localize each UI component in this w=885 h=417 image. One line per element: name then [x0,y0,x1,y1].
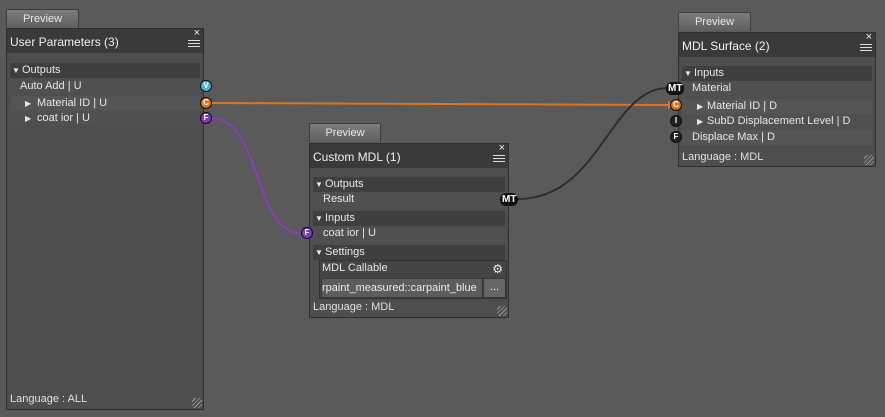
port-c-icon[interactable]: C [670,99,682,111]
port-mt-icon[interactable]: MT [500,193,519,206]
port-c-icon[interactable]: C [200,97,212,109]
node-title: MDL Surface (2) [682,39,770,53]
collapse-triangle-icon: ▼ [315,180,323,189]
collapse-triangle-icon: ▼ [315,214,323,223]
browse-button[interactable]: ... [483,278,506,298]
expand-triangle-icon: ▶ [697,117,704,126]
section-inputs[interactable]: ▼ Inputs [313,211,505,226]
output-coat-ior[interactable]: ▶ coat ior | U [10,111,200,126]
port-v-icon[interactable]: V [200,80,212,92]
user-parameters-node[interactable]: User Parameters (3) × ▼ Outputs Auto Add … [6,27,204,410]
preview-tab-user-params[interactable]: Preview [6,9,79,28]
expand-triangle-icon: ▶ [25,114,32,123]
port-mt-icon[interactable]: MT [666,82,685,95]
menu-icon[interactable] [493,153,505,164]
node-header: MDL Surface (2) × [679,31,875,57]
node-title: User Parameters (3) [10,35,119,49]
section-outputs[interactable]: ▼ Outputs [10,63,200,78]
node-header: Custom MDL (1) × [310,142,508,168]
collapse-triangle-icon: ▼ [684,69,692,78]
expand-triangle-icon: ▶ [25,99,32,108]
section-outputs[interactable]: ▼ Outputs [313,177,505,192]
port-f-icon[interactable]: F [200,112,212,124]
node-title: Custom MDL (1) [313,150,401,164]
input-coat-ior[interactable]: coat ior | U [313,226,505,243]
output-auto-add[interactable]: Auto Add | U [10,79,200,94]
output-result[interactable]: Result [313,192,505,209]
resize-grip-icon[interactable] [497,306,507,316]
port-f-icon[interactable]: F [670,131,682,143]
custom-mdl-node[interactable]: Custom MDL (1) × ▼ Outputs Result ▼ Inputs… [309,142,509,318]
callable-value-field[interactable]: rpaint_measured::carpaint_blue [321,278,483,298]
input-material-id[interactable]: ▶ Material ID | D [682,99,872,114]
output-material-id[interactable]: ▶ Material ID | U [10,96,200,111]
preview-tab-mdl-surface[interactable]: Preview [678,12,751,31]
input-material[interactable]: Material [682,81,872,98]
wire-result-material [517,87,669,200]
section-inputs[interactable]: ▼ Inputs [682,66,872,81]
mdl-callable-panel: MDL Callable ⚙ rpaint_measured::carpaint… [319,260,507,299]
language-label: Language : ALL [10,393,88,405]
menu-icon[interactable] [860,42,872,53]
resize-grip-icon[interactable] [864,155,874,165]
port-f-icon[interactable]: F [301,227,313,239]
input-displace-max[interactable]: Displace Max | D [682,130,872,145]
mdl-surface-node[interactable]: MDL Surface (2) × ▼ Inputs Material ▶ Mat… [678,31,876,167]
collapse-triangle-icon: ▼ [315,248,323,257]
wire-coat-ior [211,117,301,234]
node-header: User Parameters (3) × [7,27,203,53]
port-i-icon[interactable]: I [670,115,682,127]
wire-material-id [211,102,669,106]
menu-icon[interactable] [188,38,200,49]
section-settings[interactable]: ▼ Settings [313,245,505,260]
language-label: Language : MDL [313,301,395,313]
gear-icon[interactable]: ⚙ [492,262,503,276]
collapse-triangle-icon: ▼ [12,66,20,75]
callable-label: MDL Callable [322,262,388,274]
language-label: Language : MDL [682,151,764,163]
resize-grip-icon[interactable] [192,398,202,408]
expand-triangle-icon: ▶ [697,102,704,111]
input-subd-displacement[interactable]: ▶ SubD Displacement Level | D [682,114,872,129]
preview-tab-custom-mdl[interactable]: Preview [309,123,381,142]
